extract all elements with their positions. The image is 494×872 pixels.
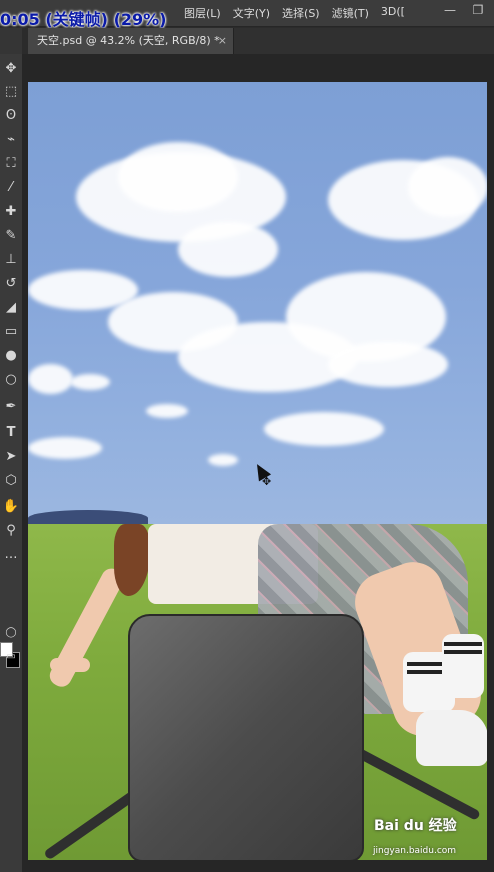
- healing-brush-tool-icon[interactable]: ✚: [0, 201, 22, 221]
- menu-select[interactable]: 选择(S): [276, 5, 326, 21]
- sneaker: [416, 710, 487, 766]
- cloud: [208, 454, 238, 466]
- sock: [442, 634, 484, 698]
- menu-type[interactable]: 文字(Y): [227, 5, 276, 21]
- dodge-tool-icon[interactable]: ○: [0, 369, 22, 389]
- menu-layer[interactable]: 图层(L): [178, 5, 227, 21]
- marquee-tool-icon[interactable]: ⬚: [0, 81, 22, 101]
- sock-stripe: [444, 650, 482, 654]
- eraser-tool-icon[interactable]: ◢: [0, 297, 22, 317]
- cloud: [28, 364, 73, 394]
- type-tool-icon[interactable]: T: [0, 422, 22, 442]
- cloud: [264, 412, 384, 446]
- cloud: [328, 342, 448, 387]
- zoom-tool-icon[interactable]: ⚲: [0, 520, 22, 540]
- blur-tool-icon[interactable]: ●: [0, 345, 22, 365]
- quick-select-tool-icon[interactable]: ⌁: [0, 129, 22, 149]
- crop-tool-icon[interactable]: ⛶: [0, 153, 22, 173]
- menu-bar: 图层(L) 文字(Y) 选择(S) 滤镜(T) 3D([ — ❐ 0:05 (关…: [0, 0, 494, 29]
- baidu-watermark: Bai du 经验: [374, 818, 457, 834]
- quick-mask-icon[interactable]: ◯: [0, 622, 22, 642]
- pen-tool-icon[interactable]: ✒: [0, 396, 22, 416]
- restore-button[interactable]: ❐: [466, 0, 490, 22]
- eyedropper-tool-icon[interactable]: ⁄: [0, 177, 22, 197]
- document-tab[interactable]: 天空.psd @ 43.2% (天空, RGB/8) * ×: [28, 28, 234, 54]
- minimize-button[interactable]: —: [438, 0, 462, 22]
- toolbar-header: [0, 28, 22, 54]
- hand-tool-icon[interactable]: ✋: [0, 496, 22, 516]
- leather-bag: [128, 614, 364, 860]
- cloud: [70, 374, 110, 390]
- baidu-watermark-url: jingyan.baidu.com: [373, 846, 457, 856]
- cloud: [408, 157, 487, 217]
- path-select-tool-icon[interactable]: ➤: [0, 446, 22, 466]
- close-tab-icon[interactable]: ×: [218, 28, 227, 54]
- sky-layer: [28, 82, 487, 524]
- photo-layer: [28, 524, 487, 860]
- document-tab-title: 天空.psd @ 43.2% (天空, RGB/8) *: [37, 34, 220, 47]
- cloud: [28, 437, 102, 459]
- cloud: [146, 404, 188, 418]
- brush-tool-icon[interactable]: ✎: [0, 225, 22, 245]
- video-timer-overlay: 0:05 (关键帧) (29%): [0, 10, 167, 29]
- document-tab-bar: 天空.psd @ 43.2% (天空, RGB/8) * ×: [28, 28, 494, 54]
- move-tool-icon[interactable]: ✥: [0, 58, 22, 78]
- cloud: [118, 142, 238, 212]
- menu-3d[interactable]: 3D([: [375, 5, 411, 21]
- menu-filter[interactable]: 滤镜(T): [326, 5, 375, 21]
- screen-mode-icon[interactable]: ▭: [0, 646, 22, 666]
- move-cursor-icon: ✥: [262, 475, 272, 488]
- sock-stripe: [444, 642, 482, 646]
- stamp-tool-icon[interactable]: ⊥: [0, 249, 22, 269]
- hand: [50, 658, 90, 672]
- lasso-tool-icon[interactable]: ʘ: [0, 105, 22, 125]
- menu-items: 图层(L) 文字(Y) 选择(S) 滤镜(T) 3D([: [178, 5, 411, 21]
- hair: [114, 524, 150, 596]
- history-brush-tool-icon[interactable]: ↺: [0, 273, 22, 293]
- cloud: [178, 222, 278, 277]
- gradient-tool-icon[interactable]: ▭: [0, 321, 22, 341]
- more-tools-icon[interactable]: …: [0, 544, 22, 564]
- shape-tool-icon[interactable]: ⬡: [0, 470, 22, 490]
- tools-panel: ✥ ⬚ ʘ ⌁ ⛶ ⁄ ✚ ✎ ⊥ ↺ ◢ ▭ ● ○ ✒ T ➤ ⬡ ✋ ⚲ …: [0, 54, 23, 872]
